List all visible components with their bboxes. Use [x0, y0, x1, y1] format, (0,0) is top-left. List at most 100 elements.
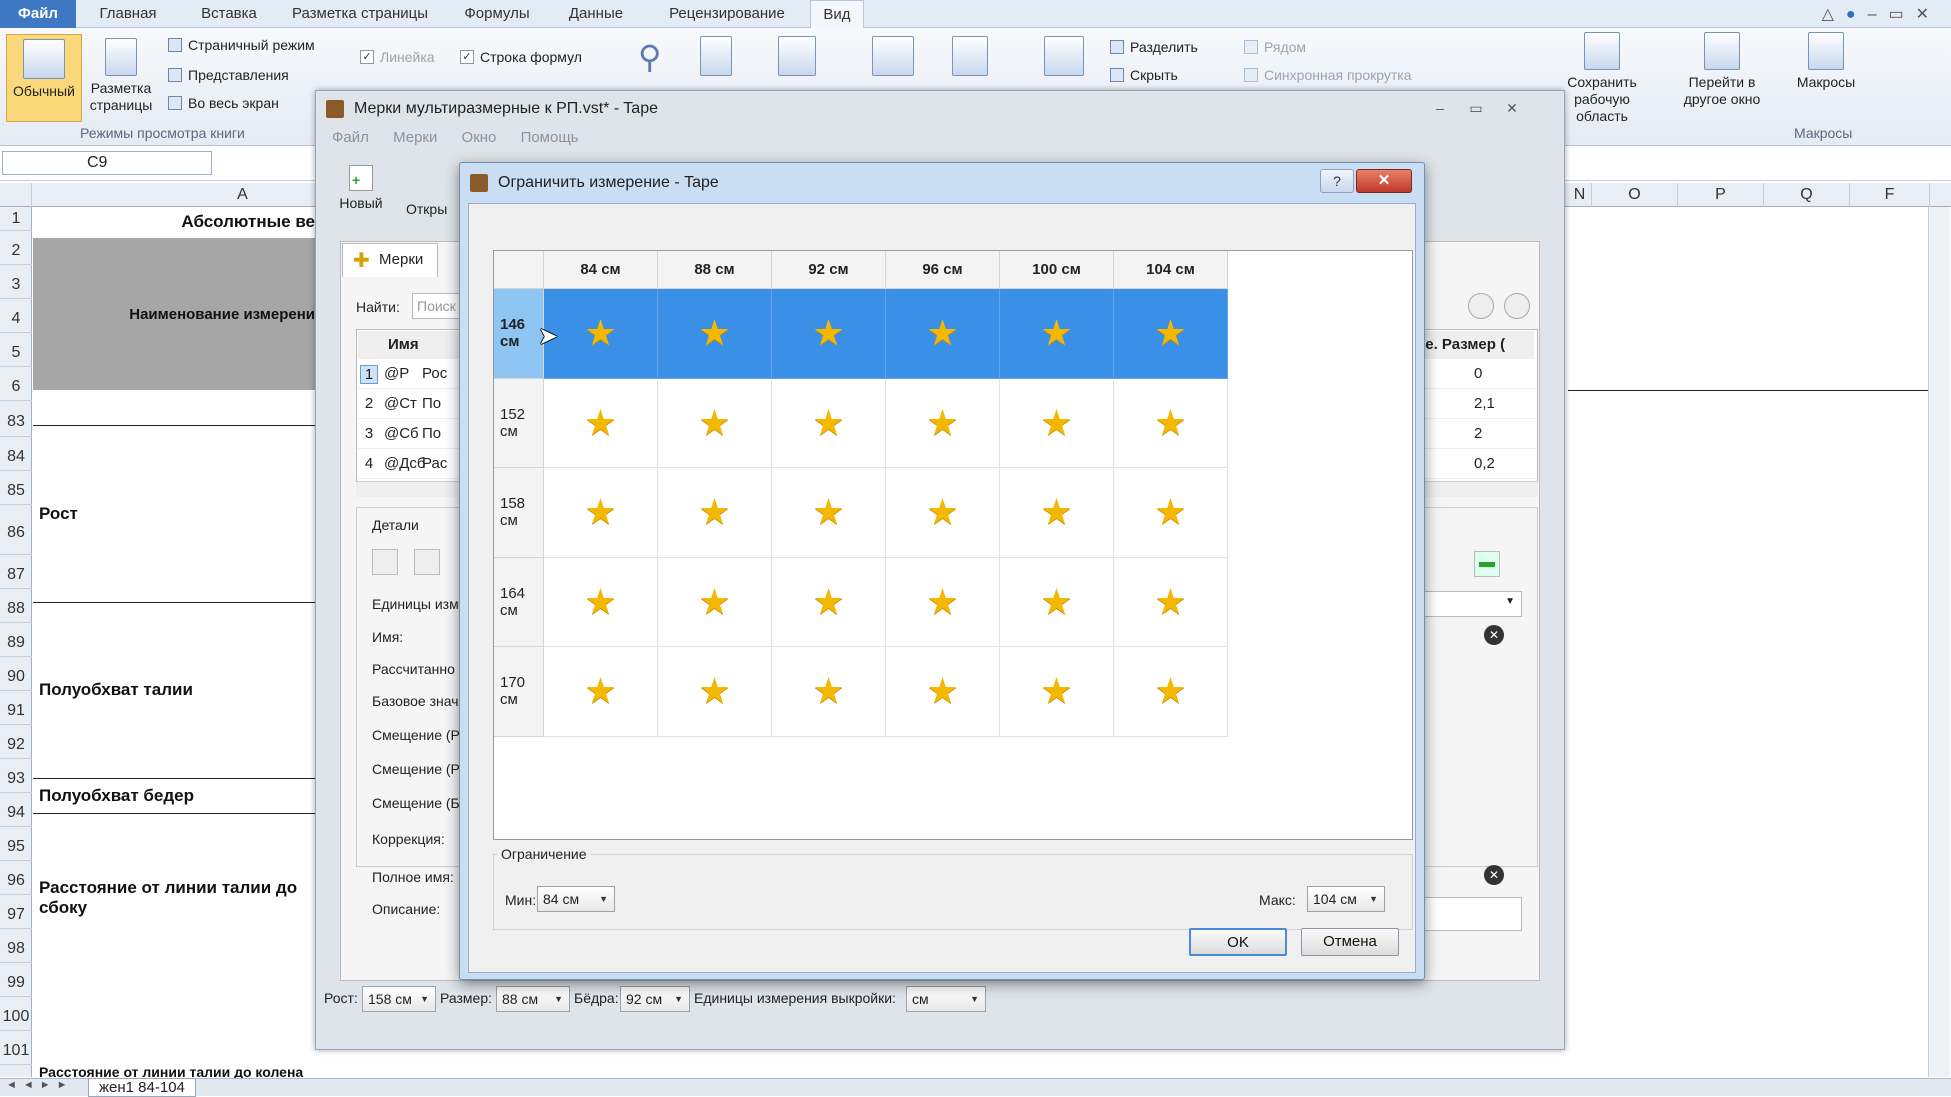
row-header[interactable]: 94: [0, 799, 32, 827]
maximize-icon[interactable]: ▭: [1462, 97, 1490, 119]
row-header[interactable]: 1: [0, 207, 32, 231]
window-controls[interactable]: △●–▭✕: [1822, 4, 1941, 24]
arrange-all-icon[interactable]: [952, 36, 988, 76]
row-header[interactable]: 3: [0, 271, 32, 299]
tab-measurements[interactable]: ✚ Мерки: [342, 243, 438, 277]
sync-scroll-button[interactable]: Синхронная прокрутка: [1244, 64, 1412, 86]
zoom-selection-icon[interactable]: [778, 36, 816, 76]
menu-help[interactable]: Помощь: [521, 129, 579, 146]
split-button[interactable]: Разделить: [1110, 36, 1198, 58]
cell-waist[interactable]: Полуобхват талии: [33, 676, 315, 704]
grid-cell[interactable]: ★: [772, 557, 886, 647]
grid-cell[interactable]: ★: [1114, 289, 1228, 379]
search-next-icon[interactable]: [1504, 293, 1530, 319]
new-button[interactable]: + Новый: [336, 165, 386, 211]
row-header[interactable]: 4: [0, 305, 32, 333]
grid-row-header[interactable]: 152 см: [494, 378, 544, 468]
grid-column-header[interactable]: 100 см: [1000, 251, 1114, 289]
hide-button[interactable]: Скрыть: [1110, 64, 1178, 86]
tab-view[interactable]: Вид: [810, 0, 864, 29]
row-header[interactable]: 96: [0, 867, 32, 895]
tab-review[interactable]: Рецензирование: [652, 0, 802, 28]
tab-home[interactable]: Главная: [86, 0, 170, 28]
grid-column-header[interactable]: 104 см: [1114, 251, 1228, 289]
row-header[interactable]: 97: [0, 901, 32, 929]
row-header[interactable]: 88: [0, 595, 32, 623]
zoom-100-icon[interactable]: [700, 36, 732, 76]
grid-column-header[interactable]: 96 см: [886, 251, 1000, 289]
open-button[interactable]: Откры: [406, 201, 447, 217]
close-icon[interactable]: ✕: [1498, 97, 1526, 119]
min-combo[interactable]: 84 см: [537, 886, 615, 912]
tab-data[interactable]: Данные: [556, 0, 636, 28]
switch-window-button[interactable]: Перейти в другое окно: [1674, 32, 1770, 108]
macros-button[interactable]: Макросы: [1790, 32, 1862, 91]
clear-fullname-icon[interactable]: ✕: [1484, 865, 1504, 885]
ruler-checkbox[interactable]: ✓ Линейка: [360, 46, 435, 68]
add-formula-icon[interactable]: [1474, 551, 1500, 577]
height-combo[interactable]: 158 см: [362, 986, 436, 1012]
grid-row-header[interactable]: 146 см: [494, 289, 544, 379]
formula-bar-checkbox[interactable]: ✓ Строка формул: [460, 46, 582, 68]
grid-cell[interactable]: ★: [1000, 647, 1114, 737]
grid-cell[interactable]: ★: [658, 647, 772, 737]
cell-distance[interactable]: Расстояние от линии талии до сбоку: [33, 878, 315, 926]
freeze-panes-icon[interactable]: [1044, 36, 1084, 76]
row-header[interactable]: 93: [0, 765, 32, 793]
pattern-units-combo[interactable]: см: [906, 986, 986, 1012]
side-by-side-button[interactable]: Рядом: [1244, 36, 1306, 58]
row-header[interactable]: 85: [0, 477, 32, 505]
row-header[interactable]: 84: [0, 443, 32, 471]
size-combo[interactable]: 88 см: [496, 986, 570, 1012]
grid-cell[interactable]: ★: [544, 468, 658, 558]
row-header[interactable]: 6: [0, 373, 32, 401]
row-header[interactable]: 99: [0, 969, 32, 997]
normal-view-button[interactable]: Обычный: [6, 34, 82, 122]
grid-column-header[interactable]: 84 см: [544, 251, 658, 289]
grid-cell[interactable]: ★: [658, 557, 772, 647]
close-icon[interactable]: ✕: [1356, 169, 1412, 193]
column-header-n[interactable]: N: [1568, 183, 1592, 207]
question-icon[interactable]: ?: [1320, 169, 1354, 193]
menu-window[interactable]: Окно: [462, 129, 497, 146]
cell-bottom[interactable]: Расстояние от линии талии до колена: [33, 1064, 315, 1078]
grid-cell[interactable]: ★: [658, 468, 772, 558]
grid-cell[interactable]: ★: [1000, 468, 1114, 558]
menu-measurements[interactable]: Мерки: [393, 129, 437, 146]
menu-file[interactable]: Файл: [332, 129, 369, 146]
grid-cell[interactable]: ★: [1114, 378, 1228, 468]
row-header[interactable]: 87: [0, 561, 32, 589]
grid-cell[interactable]: ★: [886, 647, 1000, 737]
name-box[interactable]: C9: [2, 151, 212, 175]
search-prev-icon[interactable]: [1468, 293, 1494, 319]
page-mode-button[interactable]: Страничный режим: [168, 34, 315, 56]
fullscreen-button[interactable]: Во весь экран: [168, 92, 279, 114]
sheet-nav-icons[interactable]: ◄◄►►: [6, 1079, 74, 1091]
column-header-f[interactable]: F: [1850, 183, 1930, 207]
grid-cell[interactable]: ★: [1000, 378, 1114, 468]
row-header[interactable]: 83: [0, 407, 32, 437]
column-header-q[interactable]: Q: [1764, 183, 1850, 207]
grid-cell[interactable]: ★: [886, 378, 1000, 468]
help-icon[interactable]: ●: [1846, 6, 1868, 23]
max-combo[interactable]: 104 см: [1307, 886, 1385, 912]
tab-insert[interactable]: Вставка: [184, 0, 274, 28]
tab-page-layout[interactable]: Разметка страницы: [280, 0, 440, 28]
row-header[interactable]: 5: [0, 339, 32, 367]
row-header[interactable]: 98: [0, 935, 32, 963]
row-header[interactable]: 91: [0, 697, 32, 725]
grid-row-header[interactable]: 170 см: [494, 647, 544, 737]
table-header-name[interactable]: Имя: [358, 331, 468, 359]
tab-file[interactable]: Файл: [0, 0, 76, 28]
grid-cell[interactable]: ★: [544, 557, 658, 647]
cell-rost[interactable]: Рост: [33, 500, 315, 528]
select-all[interactable]: [0, 183, 32, 207]
column-header-o[interactable]: O: [1592, 183, 1678, 207]
grid-cell[interactable]: ★: [772, 289, 886, 379]
tab-formulas[interactable]: Формулы: [452, 0, 542, 28]
grid-cell[interactable]: ★: [544, 647, 658, 737]
grid-cell[interactable]: ★: [772, 468, 886, 558]
row-header[interactable]: 100: [0, 1003, 32, 1031]
page-layout-button[interactable]: Разметка страницы: [86, 38, 156, 114]
grid-cell[interactable]: ★: [886, 468, 1000, 558]
